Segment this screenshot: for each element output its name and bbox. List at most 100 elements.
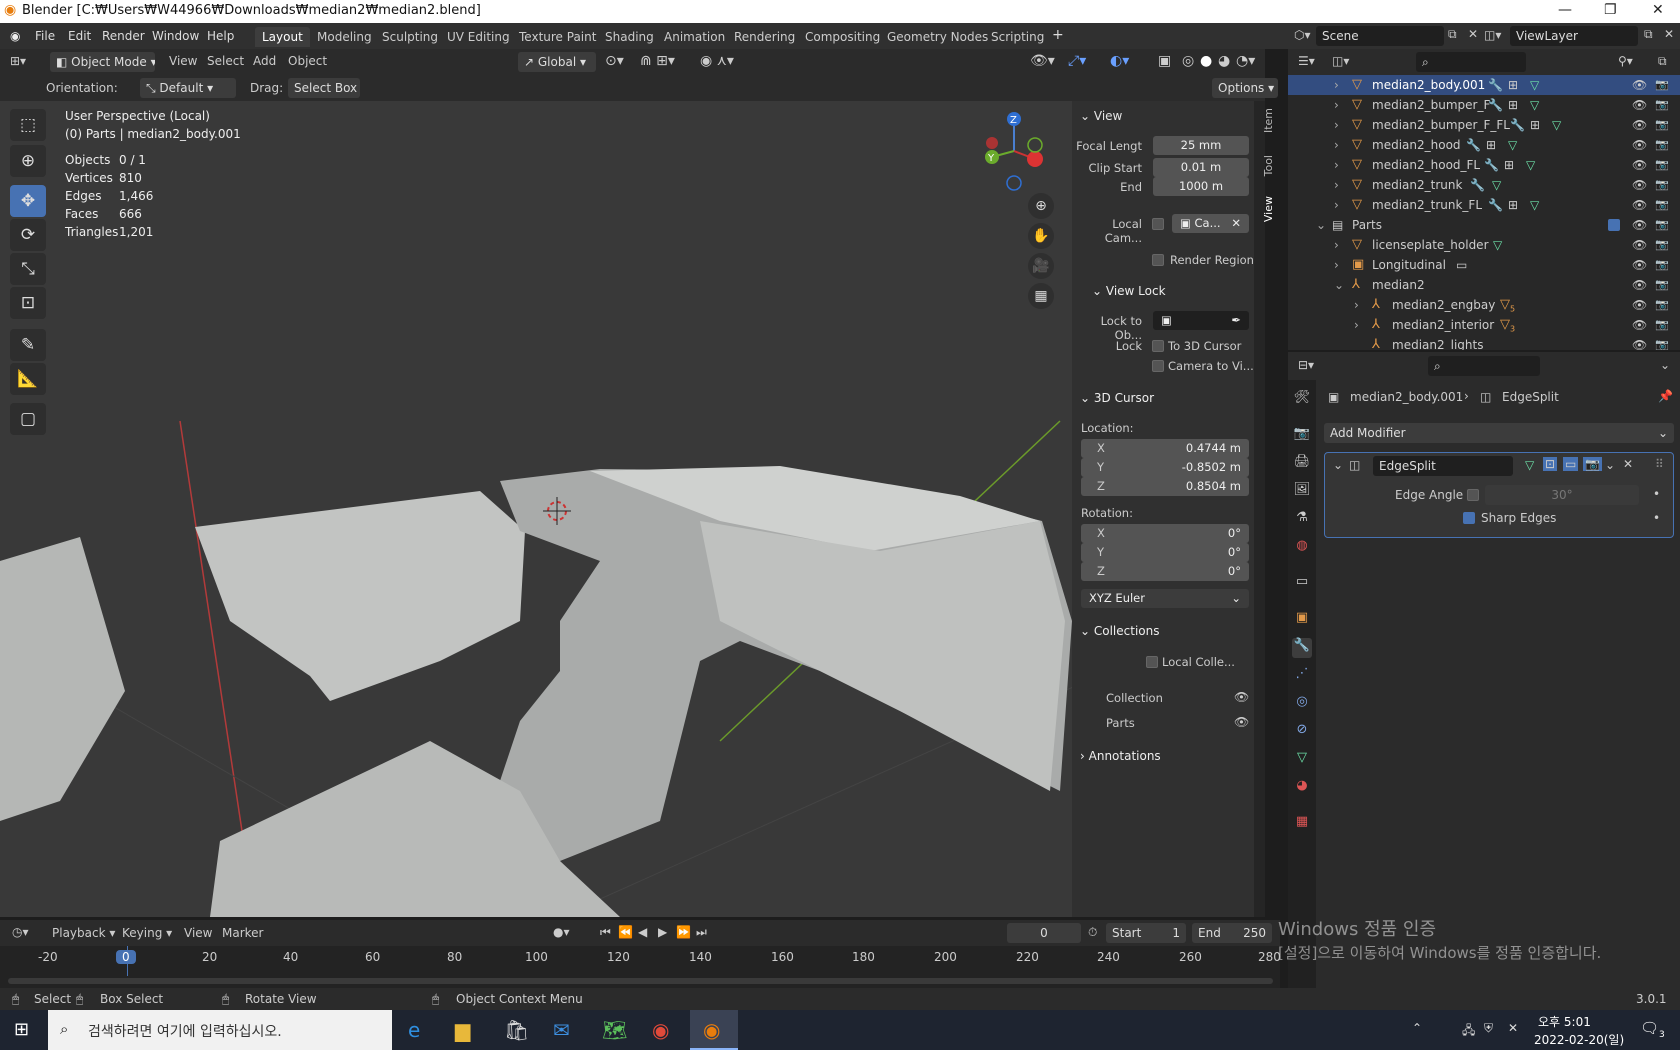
scene-field[interactable]: Scene bbox=[1316, 26, 1444, 46]
pin-icon[interactable]: 📌 bbox=[1658, 389, 1673, 403]
expand-arrow-icon[interactable]: › bbox=[1354, 298, 1359, 312]
pan-hand-icon[interactable]: ✋ bbox=[1028, 223, 1054, 249]
expand-arrow-icon[interactable]: › bbox=[1354, 318, 1359, 332]
jump-end-icon[interactable]: ⏭ bbox=[696, 925, 707, 940]
outliner-row[interactable]: › ⅄ median2_engbay ▽5 👁 📷 bbox=[1288, 295, 1680, 315]
viewlayer-icon[interactable]: ◫▾ bbox=[1484, 28, 1501, 42]
camera-to-view-checkbox[interactable] bbox=[1152, 360, 1164, 372]
shading-material-icon[interactable]: ◕ bbox=[1218, 53, 1230, 69]
render-camera-icon[interactable]: 📷 bbox=[1655, 258, 1669, 271]
rotation-x-field[interactable]: X 0° bbox=[1081, 524, 1249, 543]
render-camera-icon[interactable]: 📷 bbox=[1655, 118, 1669, 131]
render-camera-icon[interactable]: 📷 bbox=[1655, 338, 1669, 350]
shading-solid-icon[interactable]: ● bbox=[1200, 53, 1212, 69]
eye-icon[interactable]: 👁 bbox=[1632, 118, 1647, 132]
gizmo-toggle-icon[interactable]: ⤢▾ bbox=[1068, 53, 1086, 69]
cursor-y-field[interactable]: Y -0.8502 m bbox=[1081, 458, 1249, 477]
visibility-icon[interactable]: 👁▾ bbox=[1030, 53, 1055, 69]
taskbar-date[interactable]: 2022-02-20(일) bbox=[1534, 1031, 1624, 1048]
modifier-tab-icon[interactable]: 🔧 bbox=[1292, 638, 1312, 658]
menu-keying[interactable]: Keying ▾ bbox=[122, 926, 172, 940]
cursor-x-field[interactable]: X 0.4744 m bbox=[1081, 439, 1249, 458]
expand-arrow-icon[interactable]: › bbox=[1334, 78, 1339, 92]
expand-arrow-icon[interactable]: › bbox=[1334, 98, 1339, 112]
record-icon[interactable]: ●▾ bbox=[553, 925, 570, 939]
orientation-dropdown[interactable]: ⤡ Default ▾ bbox=[140, 78, 236, 98]
render-camera-icon[interactable]: 📷 bbox=[1655, 318, 1669, 331]
collection-include-checkbox[interactable] bbox=[1608, 219, 1620, 231]
timeline-scrollbar[interactable] bbox=[8, 978, 1273, 984]
material-tab-icon[interactable]: ◕ bbox=[1292, 778, 1312, 798]
eye-icon[interactable]: 👁 bbox=[1632, 338, 1647, 350]
proportional-edit-icon[interactable]: ◉ ⋏▾ bbox=[700, 53, 734, 69]
edge-angle-checkbox[interactable] bbox=[1467, 489, 1479, 501]
notification-icon[interactable]: 🗨3 bbox=[1640, 1019, 1665, 1040]
minimize-icon[interactable]: — bbox=[1558, 2, 1572, 18]
outliner-row[interactable]: › ▽ median2_trunk 🔧 ▽ 👁 📷 bbox=[1288, 175, 1680, 195]
eyedropper-icon[interactable]: ✒ bbox=[1231, 313, 1241, 327]
tab-uv-editing[interactable]: UV Editing bbox=[440, 27, 517, 47]
keyframe-dot-icon[interactable]: • bbox=[1653, 511, 1660, 525]
menu-object[interactable]: Object bbox=[288, 54, 327, 68]
start-frame-field[interactable]: Start 1 bbox=[1106, 923, 1186, 943]
sidebar-tab-tool[interactable]: Tool bbox=[1262, 155, 1282, 176]
texture-tab-icon[interactable]: ▦ bbox=[1292, 814, 1312, 834]
eye-icon[interactable]: 👁 bbox=[1632, 278, 1647, 292]
chrome-icon[interactable]: ◉ bbox=[652, 1018, 669, 1042]
tab-scripting[interactable]: Scripting bbox=[984, 27, 1051, 47]
tray-chevron-icon[interactable]: ⌃ bbox=[1412, 1021, 1422, 1035]
menu-edit[interactable]: Edit bbox=[68, 29, 91, 43]
render-region-checkbox[interactable] bbox=[1152, 254, 1164, 266]
pivot-icon[interactable]: ⊙▾ bbox=[605, 53, 624, 69]
delete-viewlayer-icon[interactable]: ✕ bbox=[1664, 27, 1674, 41]
new-collection-icon[interactable]: ⧉ bbox=[1658, 54, 1667, 69]
xray-icon[interactable]: ▣ bbox=[1158, 53, 1171, 69]
stopwatch-icon[interactable]: ⏱ bbox=[1088, 925, 1097, 940]
eye-icon[interactable]: 👁 bbox=[1632, 78, 1647, 92]
modifier-name-field[interactable]: EdgeSplit bbox=[1373, 456, 1513, 476]
eye-icon[interactable]: 👁 bbox=[1632, 158, 1647, 172]
render-camera-icon[interactable]: 📷 bbox=[1655, 78, 1669, 91]
eye-icon[interactable]: 👁 bbox=[1632, 218, 1647, 232]
snap-icon[interactable]: ⋒ ⊞▾ bbox=[640, 53, 675, 69]
annotate-tool-icon[interactable]: ✎ bbox=[10, 329, 46, 361]
outliner-row[interactable]: › ▽ median2_body.001 🔧 ⊞ ▽ 👁 📷 bbox=[1288, 75, 1680, 95]
tab-animation[interactable]: Animation bbox=[657, 27, 732, 47]
jump-start-icon[interactable]: ⏮ bbox=[600, 925, 611, 940]
scene-tab-icon[interactable]: ⚗ bbox=[1292, 510, 1312, 530]
eye-icon[interactable]: 👁 bbox=[1632, 258, 1647, 272]
perspective-grid-icon[interactable]: ▦ bbox=[1028, 283, 1054, 309]
edge-angle-field[interactable]: 30° bbox=[1485, 485, 1639, 505]
menu-window[interactable]: Window bbox=[152, 29, 199, 43]
eye-icon[interactable]: 👁 bbox=[1632, 138, 1647, 152]
current-frame-field[interactable]: 0 bbox=[1007, 923, 1081, 943]
outliner-row[interactable]: › ▽ licenseplate_holder ▽ 👁 📷 bbox=[1288, 235, 1680, 255]
add-workspace-icon[interactable]: + bbox=[1052, 27, 1064, 43]
play-reverse-icon[interactable]: ◀ bbox=[638, 925, 647, 939]
lock-object-field[interactable]: ▣ ✒ bbox=[1153, 311, 1249, 330]
select-box-tool-icon[interactable]: ⬚ bbox=[10, 109, 46, 141]
tab-compositing[interactable]: Compositing bbox=[798, 27, 887, 47]
menu-render[interactable]: Render bbox=[102, 29, 145, 43]
shading-rendered-icon[interactable]: ◔▾ bbox=[1236, 53, 1255, 69]
sidebar-tab-item[interactable]: Item bbox=[1262, 108, 1282, 133]
render-camera-icon[interactable]: 📷 bbox=[1655, 218, 1669, 231]
view-lock-header[interactable]: ⌄ View Lock bbox=[1092, 284, 1166, 298]
render-camera-icon[interactable]: 📷 bbox=[1655, 178, 1669, 191]
scale-tool-icon[interactable]: ⤡ bbox=[10, 253, 46, 285]
add-modifier-button[interactable]: Add Modifier ⌄ bbox=[1324, 423, 1674, 443]
measure-tool-icon[interactable]: 📐 bbox=[10, 363, 46, 395]
cursor-z-field[interactable]: Z 0.8504 m bbox=[1081, 477, 1249, 496]
outliner-row[interactable]: › ▽ median2_hood 🔧 ⊞ ▽ 👁 📷 bbox=[1288, 135, 1680, 155]
chevron-down-icon[interactable]: ⌄ bbox=[1660, 358, 1670, 372]
outliner-row[interactable]: ⅄ median2_lights 👁 📷 bbox=[1288, 335, 1680, 350]
navigation-gizmo[interactable]: Z Y bbox=[980, 107, 1050, 197]
output-tab-icon[interactable]: 🖨 bbox=[1292, 454, 1312, 474]
editor-type-icon[interactable]: ⊞▾ bbox=[10, 54, 26, 68]
tray-security-icon[interactable]: ⛨ bbox=[1484, 1021, 1493, 1036]
timeline-editor-icon[interactable]: ◷▾ bbox=[12, 925, 29, 939]
rotation-mode-dropdown[interactable]: XYZ Euler ⌄ bbox=[1081, 589, 1249, 608]
menu-select[interactable]: Select bbox=[207, 54, 244, 68]
expand-arrow-icon[interactable]: › bbox=[1334, 198, 1339, 212]
keyframe-dot-icon[interactable]: • bbox=[1653, 487, 1660, 501]
